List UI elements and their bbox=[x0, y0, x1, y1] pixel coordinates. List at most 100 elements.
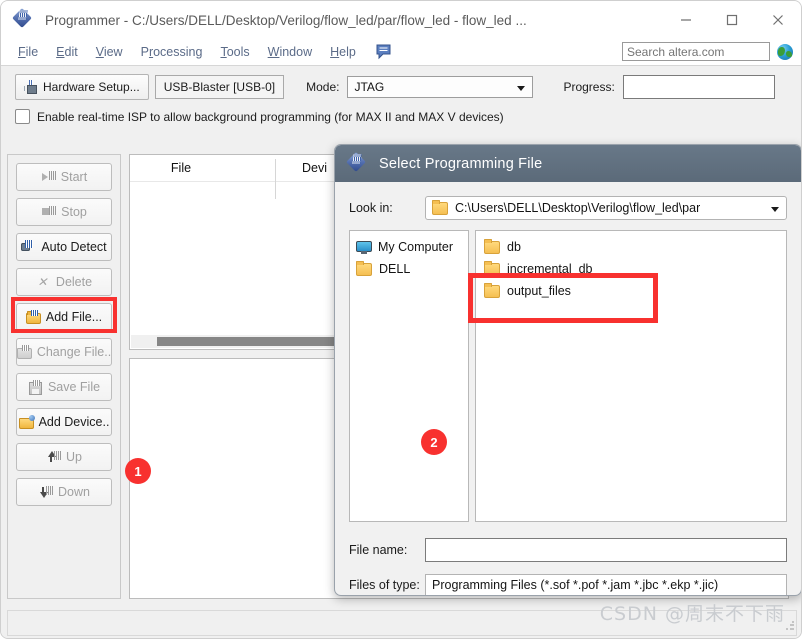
floppy-disk-icon bbox=[28, 380, 43, 395]
minimize-icon[interactable] bbox=[663, 1, 709, 39]
programmer-toolbar: Hardware Setup... USB-Blaster [USB-0] Mo… bbox=[1, 65, 801, 130]
search-area bbox=[622, 42, 793, 61]
hardware-value-field[interactable]: USB-Blaster [USB-0] bbox=[154, 75, 285, 99]
menu-item-view[interactable]: View bbox=[87, 42, 132, 62]
list-item[interactable]: db bbox=[476, 236, 786, 258]
toolbar-row-hardware: Hardware Setup... USB-Blaster [USB-0] Mo… bbox=[15, 74, 791, 100]
page-title: Programmer - C:/Users/DELL/Desktop/Veril… bbox=[45, 12, 527, 28]
file-name-input[interactable] bbox=[425, 538, 787, 562]
file-name: db bbox=[507, 240, 521, 254]
look-in-combo[interactable]: C:\Users\DELL\Desktop\Verilog\flow_led\p… bbox=[425, 196, 787, 220]
play-icon bbox=[41, 170, 56, 184]
enable-isp-checkbox[interactable] bbox=[15, 109, 30, 124]
altera-diamond-icon bbox=[346, 151, 369, 175]
menu-item-edit[interactable]: Edit bbox=[47, 42, 87, 62]
look-in-label: Look in: bbox=[349, 201, 393, 215]
file-name: output_files bbox=[507, 284, 571, 298]
progress-label: Progress: bbox=[563, 80, 615, 94]
annotation-badge-1: 1 bbox=[125, 458, 151, 484]
place-label: DELL bbox=[379, 262, 411, 276]
folder-open-icon bbox=[25, 310, 41, 324]
enable-isp-label: Enable real-time ISP to allow background… bbox=[37, 109, 504, 124]
select-programming-file-dialog: Select Programming File Look in: C:\User… bbox=[334, 144, 801, 596]
menu-item-processing[interactable]: Processing bbox=[132, 42, 212, 62]
annotation-badge-2: 2 bbox=[421, 429, 447, 455]
folder-device-icon bbox=[18, 415, 35, 429]
change-file-button[interactable]: Change File.. bbox=[16, 338, 112, 366]
down-label: Down bbox=[58, 485, 90, 499]
search-input[interactable] bbox=[622, 42, 770, 61]
output-files-folder[interactable]: output_files bbox=[476, 280, 786, 302]
mode-value: JTAG bbox=[354, 80, 385, 94]
monitor-icon bbox=[356, 240, 372, 254]
folder-icon bbox=[356, 260, 372, 276]
down-button[interactable]: Down bbox=[16, 478, 112, 506]
file-name-row: File name: bbox=[349, 538, 787, 562]
stop-label: Stop bbox=[61, 205, 87, 219]
speech-bubble-icon[interactable] bbox=[375, 44, 393, 60]
file-type-label: Files of type: bbox=[349, 578, 420, 592]
column-header-device[interactable]: Devi bbox=[302, 161, 327, 175]
chip-icon bbox=[24, 80, 38, 94]
menu-item-file[interactable]: File bbox=[9, 42, 47, 62]
resize-grip[interactable] bbox=[785, 621, 795, 631]
change-file-label: Change File.. bbox=[36, 345, 112, 359]
list-item[interactable]: incremental_db bbox=[476, 258, 786, 280]
folder-icon bbox=[484, 238, 500, 254]
browser-panes: My Computer DELL db incremental_db outpu… bbox=[349, 230, 787, 522]
add-file-label: Add File... bbox=[45, 310, 103, 324]
folder-gray-icon bbox=[16, 345, 32, 359]
stop-icon bbox=[41, 205, 57, 219]
folder-icon bbox=[432, 199, 448, 215]
look-in-row: Look in: C:\Users\DELL\Desktop\Verilog\f… bbox=[349, 196, 787, 220]
window-title-bar: Programmer - C:/Users/DELL/Desktop/Veril… bbox=[1, 1, 801, 39]
start-label: Start bbox=[60, 170, 88, 184]
column-divider[interactable] bbox=[275, 159, 276, 199]
dialog-body: Look in: C:\Users\DELL\Desktop\Verilog\f… bbox=[335, 196, 801, 595]
column-header-file[interactable]: File bbox=[130, 161, 232, 175]
add-file-button[interactable]: Add File... bbox=[16, 303, 112, 331]
maximize-icon[interactable] bbox=[709, 1, 755, 39]
programmer-window: Programmer - C:/Users/DELL/Desktop/Veril… bbox=[0, 0, 802, 639]
chevron-down-icon bbox=[517, 86, 526, 91]
file-type-select[interactable]: Programming Files (*.sof *.pof *.jam *.j… bbox=[425, 574, 787, 595]
file-type-row: Files of type: Programming Files (*.sof … bbox=[349, 574, 787, 595]
folder-icon bbox=[484, 282, 500, 298]
menu-item-window[interactable]: Window bbox=[259, 42, 321, 62]
dialog-title-bar: Select Programming File bbox=[335, 145, 801, 182]
altera-diamond-icon bbox=[12, 8, 35, 31]
action-button-panel: Start Stop Auto Detect ✕ Delete Add File… bbox=[7, 154, 121, 599]
arrow-down-icon bbox=[38, 485, 54, 499]
toolbar-row-isp: Enable real-time ISP to allow background… bbox=[15, 109, 791, 124]
window-controls bbox=[663, 1, 801, 39]
menu-item-tools[interactable]: Tools bbox=[211, 42, 258, 62]
auto-detect-button[interactable]: Auto Detect bbox=[16, 233, 112, 261]
add-device-button[interactable]: Add Device.. bbox=[16, 408, 112, 436]
delete-button[interactable]: ✕ Delete bbox=[16, 268, 112, 296]
binoculars-icon bbox=[21, 240, 36, 254]
globe-icon[interactable] bbox=[777, 43, 793, 60]
file-name-label: File name: bbox=[349, 543, 408, 557]
place-item-my-computer[interactable]: My Computer bbox=[350, 236, 468, 258]
chevron-down-icon bbox=[771, 207, 779, 212]
save-file-label: Save File bbox=[47, 380, 101, 394]
place-item-dell[interactable]: DELL bbox=[350, 258, 468, 280]
auto-detect-label: Auto Detect bbox=[41, 240, 107, 254]
start-button[interactable]: Start bbox=[16, 163, 112, 191]
mode-select[interactable]: JTAG bbox=[347, 76, 534, 98]
watermark-text: CSDN @周末不下雨 bbox=[599, 603, 785, 625]
dialog-title: Select Programming File bbox=[379, 155, 543, 172]
arrow-up-icon bbox=[46, 450, 61, 464]
delete-x-icon: ✕ bbox=[37, 275, 48, 289]
close-icon[interactable] bbox=[755, 1, 801, 39]
hardware-setup-button[interactable]: Hardware Setup... bbox=[15, 74, 149, 100]
up-label: Up bbox=[66, 450, 82, 464]
menu-bar: File Edit View Processing Tools Window H… bbox=[1, 39, 801, 65]
folder-icon bbox=[484, 260, 500, 276]
delete-label: Delete bbox=[55, 275, 93, 289]
save-file-button[interactable]: Save File bbox=[16, 373, 112, 401]
look-in-path: C:\Users\DELL\Desktop\Verilog\flow_led\p… bbox=[455, 201, 701, 215]
menu-item-help[interactable]: Help bbox=[321, 42, 365, 62]
stop-button[interactable]: Stop bbox=[16, 198, 112, 226]
up-button[interactable]: Up bbox=[16, 443, 112, 471]
